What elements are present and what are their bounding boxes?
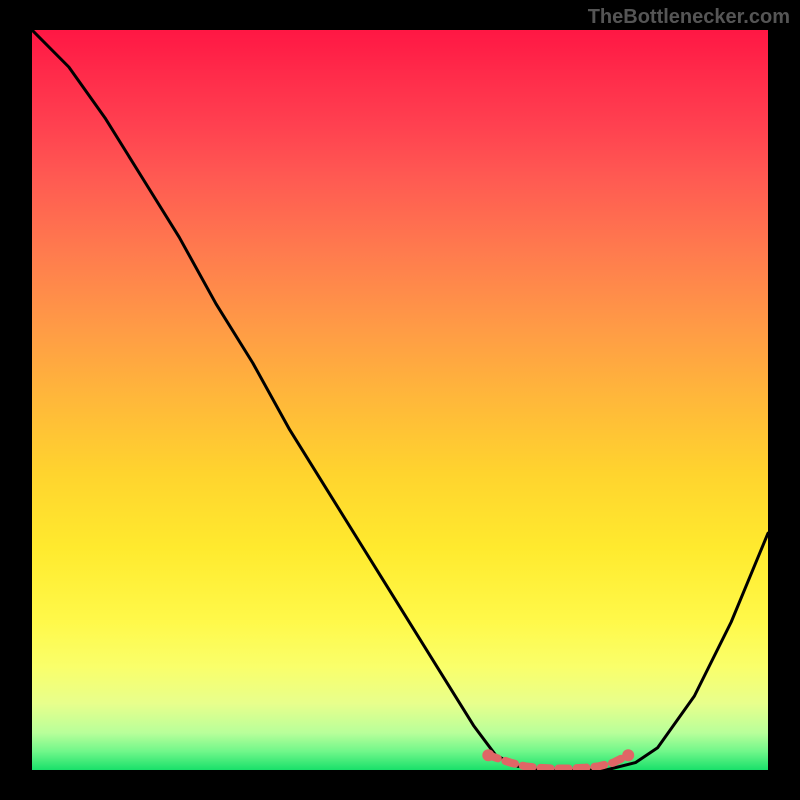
plot-area bbox=[32, 30, 768, 770]
watermark-text: TheBottlenecker.com bbox=[588, 6, 790, 29]
bottleneck-chart bbox=[32, 30, 768, 770]
chart-container: TheBottlenecker.com bbox=[0, 0, 800, 800]
highlight-dot bbox=[622, 749, 634, 761]
gradient-background bbox=[32, 30, 768, 770]
highlight-dot bbox=[482, 749, 494, 761]
